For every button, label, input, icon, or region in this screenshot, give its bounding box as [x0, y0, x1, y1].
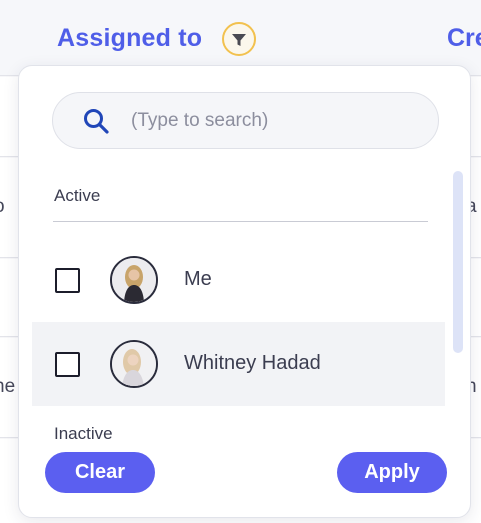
clear-button[interactable]: Clear: [45, 452, 155, 493]
search-box[interactable]: [52, 92, 439, 149]
search-icon: [84, 109, 109, 134]
scrollbar-thumb[interactable]: [453, 171, 463, 353]
search-input[interactable]: [131, 107, 421, 135]
user-option-me[interactable]: Me: [32, 238, 445, 322]
avatar-photo: [112, 342, 156, 386]
user-checkbox[interactable]: [55, 268, 80, 293]
divider: [53, 221, 428, 222]
avatar-photo: [112, 258, 156, 302]
user-name: Whitney Hadad: [184, 352, 321, 374]
created-header[interactable]: Cre: [447, 24, 481, 53]
row-cell-left: o: [0, 196, 5, 218]
inactive-section-label: Inactive: [54, 424, 113, 443]
user-checkbox[interactable]: [55, 352, 80, 377]
user-option-whitney-hadad[interactable]: Whitney Hadad: [32, 322, 445, 406]
avatar: [110, 256, 158, 304]
active-section-label: Active: [54, 186, 101, 205]
user-name: Me: [184, 268, 212, 290]
row-cell-left: he: [0, 376, 16, 397]
assigned-to-header[interactable]: Assigned to: [57, 24, 202, 53]
apply-button[interactable]: Apply: [337, 452, 447, 493]
assignee-filter-dropdown: Active Me Whitney Hadad Inactive: [18, 65, 471, 518]
filter-button[interactable]: [222, 22, 256, 56]
filter-icon: [232, 34, 246, 46]
avatar: [110, 340, 158, 388]
